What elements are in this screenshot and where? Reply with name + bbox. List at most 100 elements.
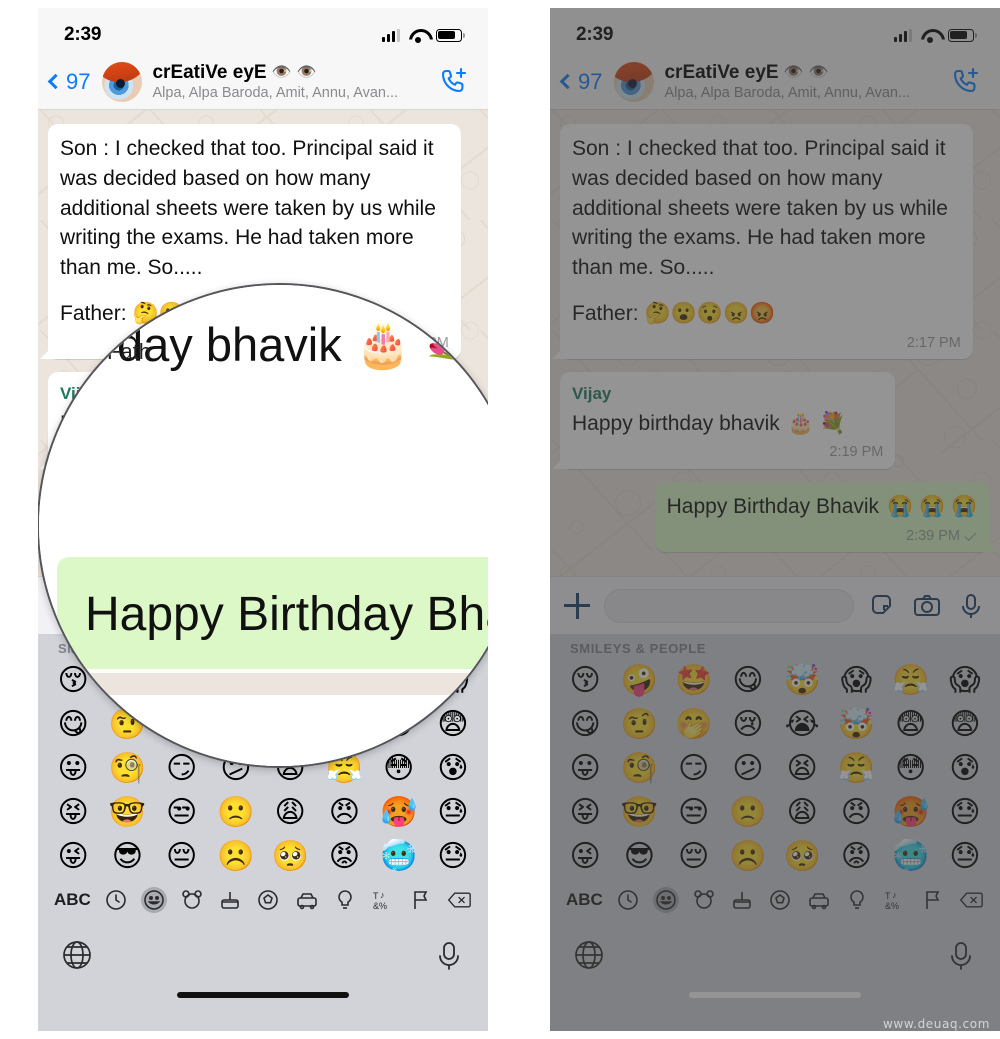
emoji-key[interactable]: 😠 <box>829 792 883 834</box>
microphone-icon[interactable] <box>944 938 978 972</box>
camera-icon[interactable] <box>912 591 942 621</box>
microphone-icon[interactable] <box>432 938 466 972</box>
avatar[interactable] <box>614 61 655 102</box>
emoji-key[interactable]: 😨 <box>884 704 938 746</box>
message-input[interactable] <box>604 588 854 623</box>
abc-key[interactable]: ABC <box>54 890 91 910</box>
flags-icon[interactable] <box>920 887 946 913</box>
emoji-key[interactable]: 😤 <box>829 748 883 790</box>
emoji-key[interactable]: 😋 <box>558 704 612 746</box>
emoji-category-bar[interactable]: ABC T ♪ &% <box>38 878 488 920</box>
emoji-key[interactable]: 🤩 <box>667 660 721 702</box>
emoji-key[interactable]: 😓 <box>426 792 480 834</box>
symbols-icon[interactable]: T ♪ &% <box>882 887 908 913</box>
emoji-key[interactable]: 🙁 <box>721 792 775 834</box>
animals-icon[interactable] <box>691 887 717 913</box>
message-bubble-incoming[interactable]: Vijay Happy birthday bhavik 🎂 💐 2:19 PM <box>551 372 896 469</box>
travel-icon[interactable] <box>806 887 832 913</box>
emoji-key[interactable]: 😤 <box>884 660 938 702</box>
home-indicator[interactable] <box>177 992 349 998</box>
emoji-key[interactable]: 😝 <box>46 792 100 834</box>
globe-icon[interactable] <box>60 938 94 972</box>
emoji-category-bar[interactable]: ABC T ♪ &% <box>550 878 1000 920</box>
emoji-key[interactable]: 😡 <box>829 836 883 878</box>
emoji-keyboard[interactable]: SMILEYS & PEOPLE 😚 🤪 🤩 😋 🤯 😱 😤 😱 😋 🤨 🤭 😢… <box>550 634 1000 1031</box>
globe-icon[interactable] <box>572 938 606 972</box>
smiley-icon[interactable] <box>653 887 680 913</box>
emoji-key[interactable]: 😓 <box>426 836 480 878</box>
emoji-key[interactable]: 😨 <box>938 704 992 746</box>
plus-icon[interactable] <box>564 592 590 619</box>
emoji-key[interactable]: 😒 <box>667 792 721 834</box>
sticker-icon[interactable] <box>868 591 898 621</box>
emoji-key[interactable]: 😱 <box>829 660 883 702</box>
objects-icon[interactable] <box>844 887 870 913</box>
microphone-icon[interactable] <box>956 591 986 621</box>
chat-title-block[interactable]: crEatiVe eyE 👁️ 👁️ Alpa, Alpa Baroda, Am… <box>664 62 948 101</box>
emoji-key[interactable]: 😏 <box>667 748 721 790</box>
emoji-key[interactable]: 😎 <box>612 836 666 878</box>
message-bubble-incoming[interactable]: Son : I checked that too. Principal said… <box>552 124 973 360</box>
emoji-key[interactable]: 😡 <box>317 836 371 878</box>
activity-icon[interactable] <box>767 887 793 913</box>
emoji-key[interactable]: 😩 <box>263 792 317 834</box>
emoji-key[interactable]: 🥵 <box>884 792 938 834</box>
emoji-key[interactable]: 😓 <box>938 836 992 878</box>
abc-key[interactable]: ABC <box>566 890 603 910</box>
emoji-key[interactable]: 😭 <box>775 704 829 746</box>
clock-recent-icon[interactable] <box>103 887 129 913</box>
emoji-key[interactable]: 🤯 <box>775 660 829 702</box>
activity-icon[interactable] <box>255 887 281 913</box>
emoji-key[interactable]: 🥶 <box>372 836 426 878</box>
food-icon[interactable] <box>729 887 755 913</box>
emoji-key[interactable]: 😱 <box>938 660 992 702</box>
emoji-key[interactable]: 🙁 <box>209 792 263 834</box>
chat-message-list[interactable]: Son : I checked that too. Principal said… <box>550 110 1000 576</box>
emoji-key[interactable]: ☹️ <box>721 836 775 878</box>
emoji-key[interactable]: 🥵 <box>372 792 426 834</box>
smiley-icon[interactable] <box>141 887 168 913</box>
back-button[interactable]: 97 <box>559 69 602 95</box>
emoji-grid[interactable]: 😚 🤪 🤩 😋 🤯 😱 😤 😱 😋 🤨 🤭 😢 😭 🤯 😨 😨 <box>550 660 1000 878</box>
home-indicator[interactable] <box>689 992 861 998</box>
emoji-key[interactable]: 😰 <box>938 748 992 790</box>
phone-add-icon[interactable] <box>436 65 470 99</box>
emoji-key[interactable]: 😓 <box>938 792 992 834</box>
emoji-key[interactable]: ☹️ <box>209 836 263 878</box>
animals-icon[interactable] <box>179 887 205 913</box>
clock-recent-icon[interactable] <box>615 887 641 913</box>
emoji-key[interactable]: 🥺 <box>263 836 317 878</box>
emoji-key[interactable]: 🤯 <box>829 704 883 746</box>
objects-icon[interactable] <box>332 887 358 913</box>
emoji-key[interactable]: 😩 <box>775 792 829 834</box>
emoji-key[interactable]: 🤓 <box>612 792 666 834</box>
emoji-key[interactable]: 🥶 <box>884 836 938 878</box>
emoji-key[interactable]: 😎 <box>100 836 154 878</box>
emoji-key[interactable]: 🤭 <box>667 704 721 746</box>
emoji-key[interactable]: 😫 <box>775 748 829 790</box>
phone-add-icon[interactable] <box>948 65 982 99</box>
avatar[interactable] <box>102 61 143 102</box>
backspace-icon[interactable] <box>958 887 984 913</box>
emoji-key[interactable]: 🤪 <box>612 660 666 702</box>
emoji-key[interactable]: 🧐 <box>612 748 666 790</box>
food-icon[interactable] <box>217 887 243 913</box>
emoji-key[interactable]: 😳 <box>884 748 938 790</box>
emoji-key[interactable]: 😝 <box>558 792 612 834</box>
emoji-key[interactable]: 🤨 <box>612 704 666 746</box>
emoji-key[interactable]: 😠 <box>317 792 371 834</box>
symbols-icon[interactable]: T ♪ &% <box>370 887 396 913</box>
message-bubble-outgoing[interactable]: Happy Birthday Bhavik 😭 😭 😭 2:39 PM <box>654 481 999 553</box>
emoji-key[interactable]: 😔 <box>155 836 209 878</box>
emoji-key[interactable]: 😢 <box>721 704 775 746</box>
travel-icon[interactable] <box>294 887 320 913</box>
emoji-key[interactable]: 😜 <box>558 836 612 878</box>
backspace-icon[interactable] <box>446 887 472 913</box>
emoji-key[interactable]: 😛 <box>558 748 612 790</box>
emoji-key[interactable]: 🤓 <box>100 792 154 834</box>
emoji-key[interactable]: 😒 <box>155 792 209 834</box>
emoji-key[interactable]: 😔 <box>667 836 721 878</box>
emoji-key[interactable]: 😋 <box>721 660 775 702</box>
back-button[interactable]: 97 <box>47 69 90 95</box>
emoji-key[interactable]: 😚 <box>558 660 612 702</box>
